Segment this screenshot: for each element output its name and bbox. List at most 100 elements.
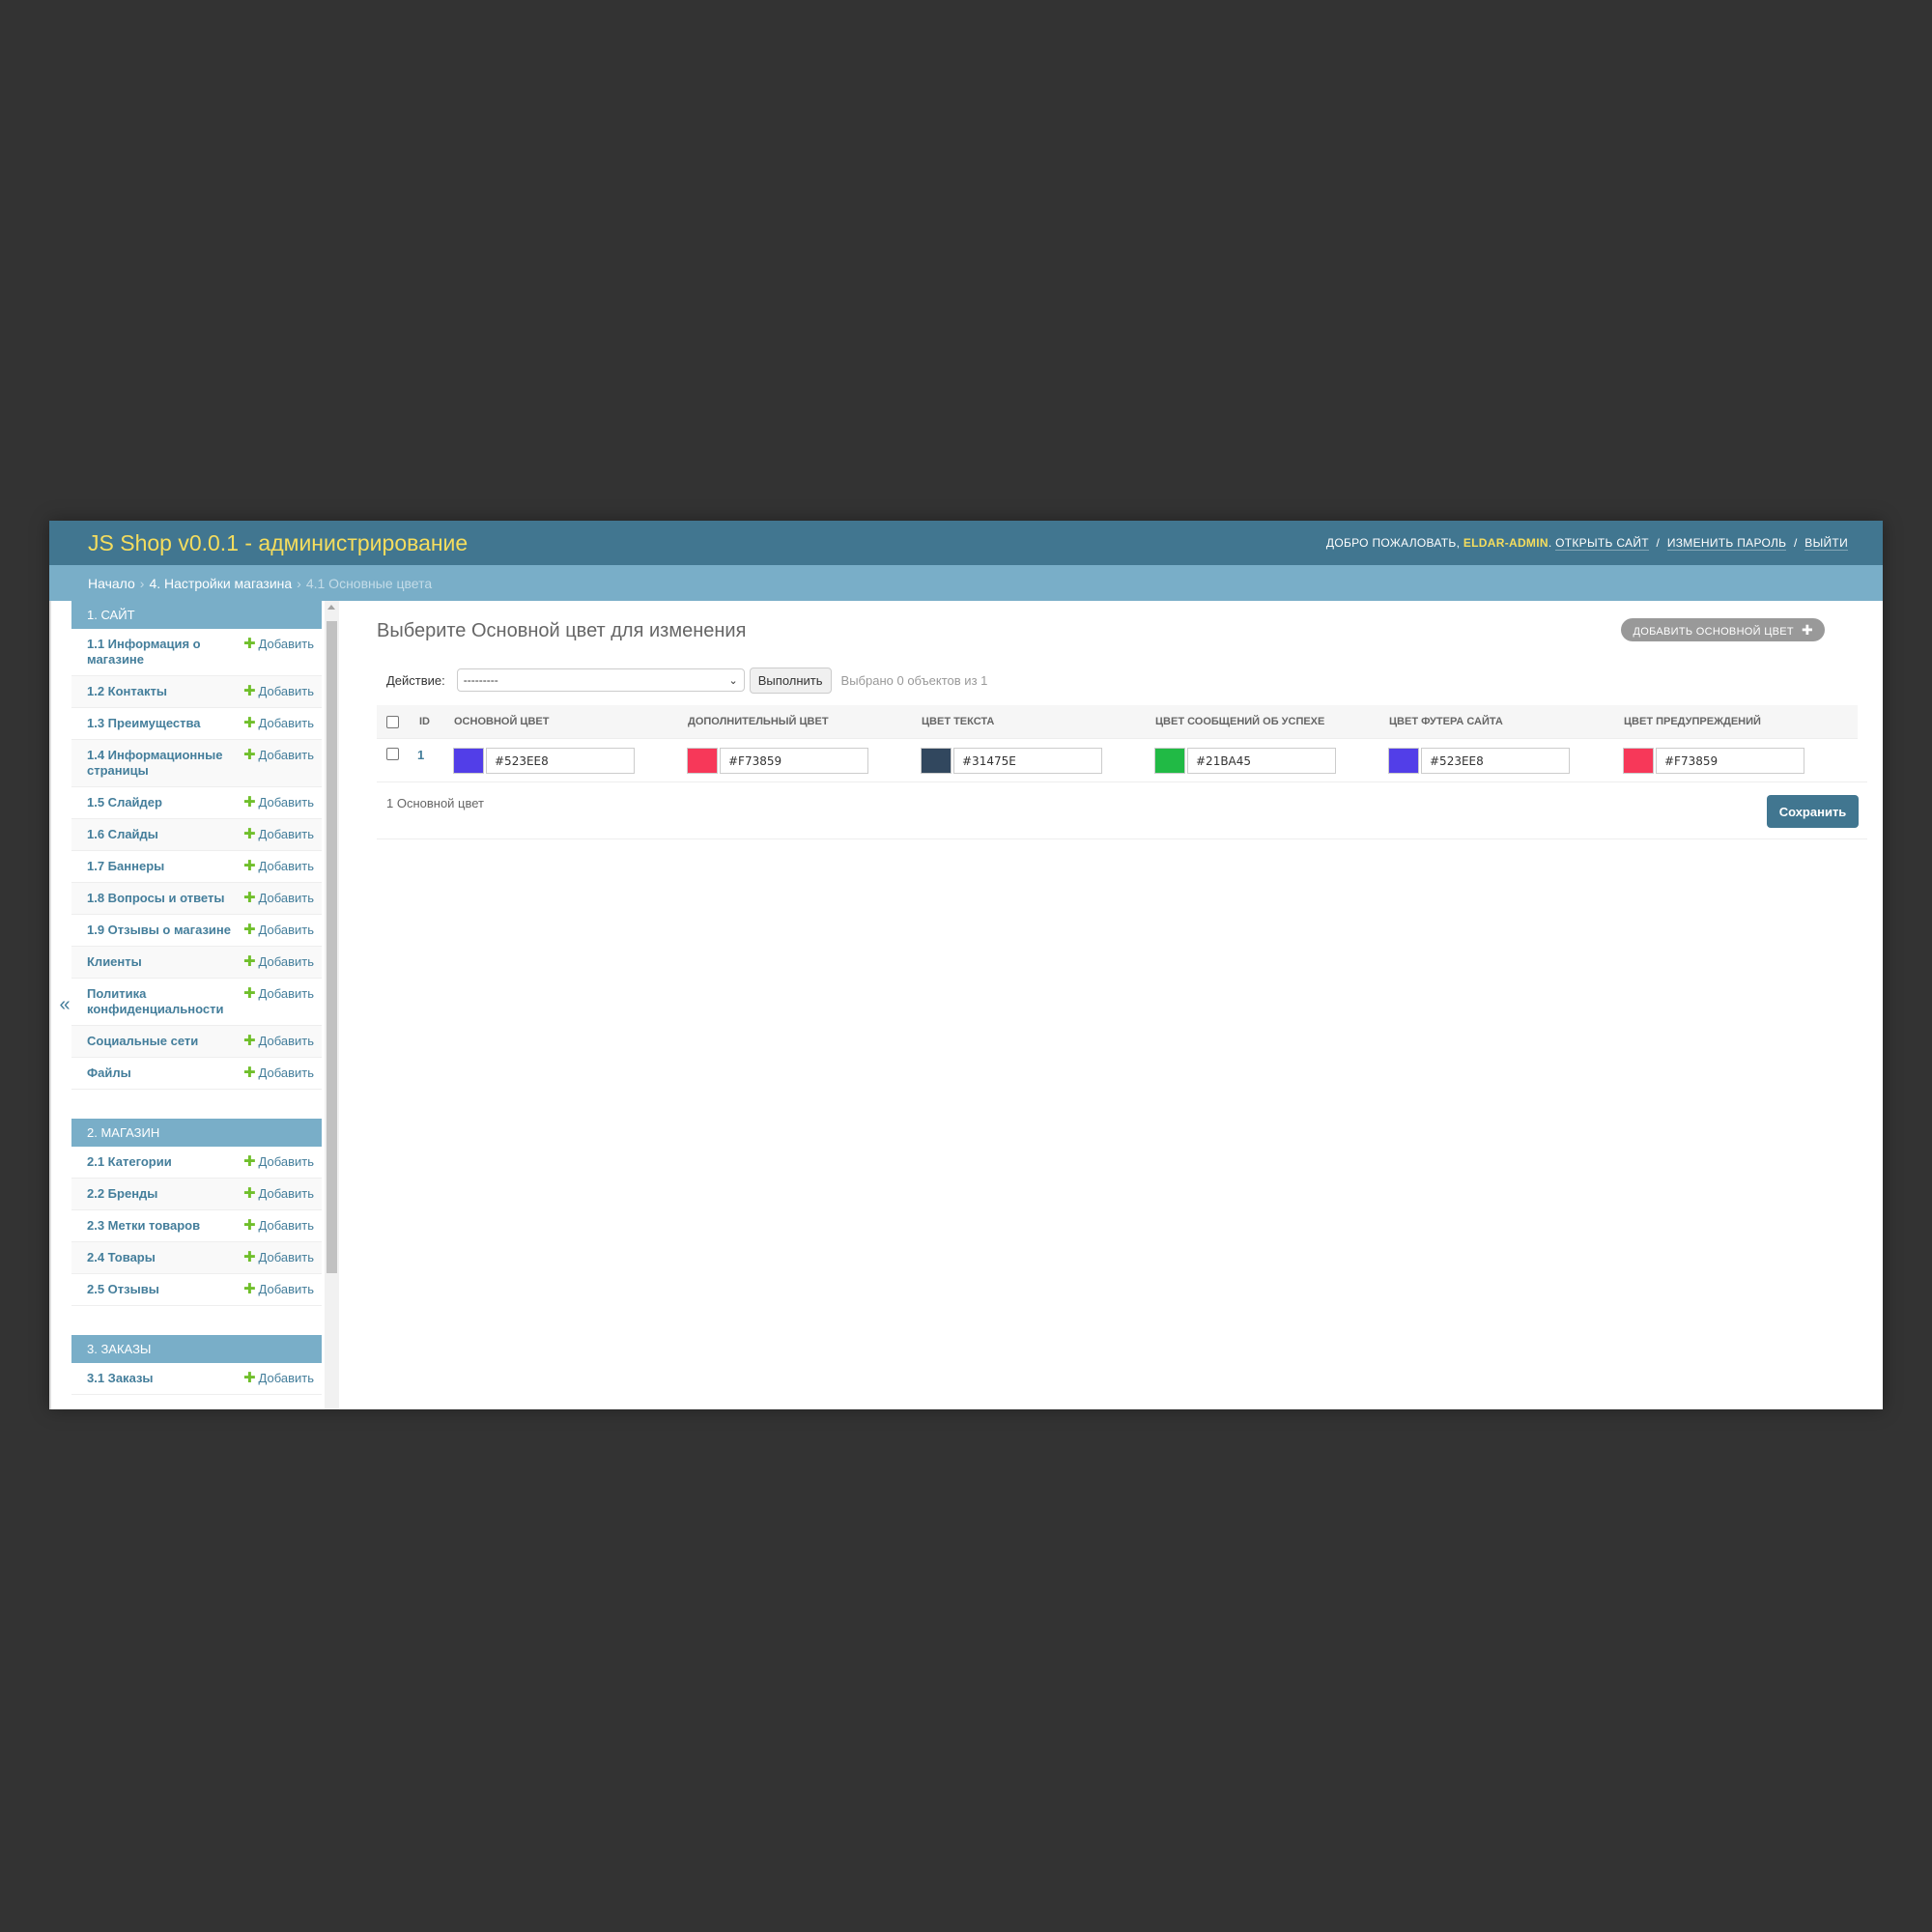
add-link-label: Добавить xyxy=(258,859,314,873)
paginator: 1 Основной цвет Сохранить xyxy=(377,781,1867,839)
plus-icon: ✚ xyxy=(242,826,256,842)
collapse-sidebar-icon[interactable]: « xyxy=(59,994,70,1016)
sidebar-item-label[interactable]: Политика конфиденциальности xyxy=(87,986,232,1017)
table-row: 1 #523EE8 #F73859 #31475E #21BA45 #523EE… xyxy=(377,739,1858,782)
sidebar-toggle-column: « xyxy=(49,601,73,1409)
app-caption[interactable]: 3. Заказы xyxy=(71,1335,322,1363)
add-link[interactable]: ✚ Добавить xyxy=(243,637,314,652)
scroll-up-arrow-icon[interactable] xyxy=(327,605,335,610)
add-link[interactable]: ✚ Добавить xyxy=(243,1186,314,1202)
sidebar-item-label[interactable]: 2.2 Бренды xyxy=(87,1186,232,1202)
content-main: Выберите Основной цвет для изменения Доб… xyxy=(377,601,1867,1409)
sidebar-item-label[interactable]: 2.1 Категории xyxy=(87,1154,232,1170)
column-header-success-color[interactable]: Цвет сообщений об успехе xyxy=(1155,716,1324,727)
sidebar-item-label[interactable]: 3.1 Заказы xyxy=(87,1371,232,1386)
app-caption[interactable]: 1. Сайт xyxy=(71,601,322,629)
color-swatch[interactable] xyxy=(1388,748,1419,774)
sidebar-item-label[interactable]: 2.4 Товары xyxy=(87,1250,232,1265)
add-link[interactable]: ✚ Добавить xyxy=(243,1034,314,1049)
add-object-button[interactable]: Добавить Основной цвет ✚ xyxy=(1621,618,1825,641)
sidebar-item-label[interactable]: 1.4 Информационные страницы xyxy=(87,748,232,779)
color-swatch[interactable] xyxy=(453,748,484,774)
table-header-row: ID Основной цвет Дополнительный цвет Цве… xyxy=(377,705,1858,739)
sidebar-item-label[interactable]: 2.5 Отзывы xyxy=(87,1282,232,1297)
color-swatch[interactable] xyxy=(687,748,718,774)
add-link[interactable]: ✚ Добавить xyxy=(243,1065,314,1081)
breadcrumb-section[interactable]: 4. Настройки магазина xyxy=(149,576,292,591)
add-link-label: Добавить xyxy=(258,748,314,762)
color-hex-input[interactable]: #523EE8 xyxy=(486,748,635,774)
color-hex-input[interactable]: #F73859 xyxy=(1656,748,1804,774)
color-swatch[interactable] xyxy=(921,748,952,774)
add-link[interactable]: ✚ Добавить xyxy=(243,748,314,763)
plus-icon: ✚ xyxy=(242,1281,256,1297)
column-header-id[interactable]: ID xyxy=(419,716,430,727)
logout-link[interactable]: Выйти xyxy=(1804,536,1848,551)
breadcrumb-home[interactable]: Начало xyxy=(88,576,135,591)
add-link-label: Добавить xyxy=(258,1218,314,1233)
run-action-button[interactable]: Выполнить xyxy=(749,667,832,694)
add-link-label: Добавить xyxy=(258,1186,314,1201)
view-site-link[interactable]: Открыть сайт xyxy=(1555,536,1649,551)
save-button[interactable]: Сохранить xyxy=(1767,795,1859,828)
breadcrumb-current: 4.1 Основные цвета xyxy=(305,575,433,591)
sidebar-item-label[interactable]: 1.9 Отзывы о магазине xyxy=(87,923,232,938)
column-header-secondary-color[interactable]: Дополнительный цвет xyxy=(688,716,829,727)
add-link[interactable]: ✚ Добавить xyxy=(243,1218,314,1234)
add-link[interactable]: ✚ Добавить xyxy=(243,1154,314,1170)
sidebar-item-label[interactable]: 1.8 Вопросы и ответы xyxy=(87,891,232,906)
scrollbar-thumb[interactable] xyxy=(327,621,337,1273)
sidebar-item-label[interactable]: 1.6 Слайды xyxy=(87,827,232,842)
color-hex-input[interactable]: #F73859 xyxy=(720,748,868,774)
add-link[interactable]: ✚ Добавить xyxy=(243,1282,314,1297)
row-id-link[interactable]: 1 xyxy=(417,748,424,762)
app-caption[interactable]: 2. Магазин xyxy=(71,1119,322,1147)
chevron-down-icon: ⌄ xyxy=(728,674,738,687)
add-link[interactable]: ✚ Добавить xyxy=(243,1250,314,1265)
change-password-link[interactable]: Изменить пароль xyxy=(1666,536,1787,551)
color-swatch[interactable] xyxy=(1154,748,1185,774)
column-header-footer-color[interactable]: Цвет футера сайта xyxy=(1389,716,1503,727)
plus-icon: ✚ xyxy=(242,1065,256,1081)
add-link[interactable]: ✚ Добавить xyxy=(243,859,314,874)
action-select[interactable]: --------- ⌄ xyxy=(456,668,745,692)
primary-color-field: #523EE8 xyxy=(453,747,635,775)
add-link[interactable]: ✚ Добавить xyxy=(243,827,314,842)
sidebar-item-label[interactable]: 2.3 Метки товаров xyxy=(87,1218,232,1234)
color-hex-input[interactable]: #21BA45 xyxy=(1187,748,1336,774)
sidebar-scrollbar[interactable] xyxy=(325,601,339,1409)
sidebar-item-label[interactable]: 1.1 Информация о магазине xyxy=(87,637,232,668)
sidebar-item-label[interactable]: 1.5 Слайдер xyxy=(87,795,232,810)
add-link[interactable]: ✚ Добавить xyxy=(243,923,314,938)
plus-icon: ✚ xyxy=(242,858,256,874)
app-block: 2. Магазин 2.1 Категории ✚ Добавить 2.2 Брен… xyxy=(71,1119,322,1306)
sidebar-item-label[interactable]: 1.3 Преимущества xyxy=(87,716,232,731)
site-title[interactable]: JS Shop v0.0.1 - администрирование xyxy=(88,530,468,556)
add-link[interactable]: ✚ Добавить xyxy=(243,1371,314,1386)
row-checkbox[interactable] xyxy=(386,748,399,760)
add-link-label: Добавить xyxy=(258,1065,314,1080)
success-color-field: #21BA45 xyxy=(1154,747,1336,775)
add-link-label: Добавить xyxy=(258,1282,314,1296)
plus-icon: ✚ xyxy=(242,922,256,938)
column-header-primary-color[interactable]: Основной цвет xyxy=(454,716,549,727)
add-link-label: Добавить xyxy=(258,954,314,969)
color-swatch[interactable] xyxy=(1623,748,1654,774)
add-link[interactable]: ✚ Добавить xyxy=(243,954,314,970)
sidebar-item-label[interactable]: Социальные сети xyxy=(87,1034,232,1049)
add-link[interactable]: ✚ Добавить xyxy=(243,716,314,731)
sidebar-item-label[interactable]: Клиенты xyxy=(87,954,232,970)
add-link[interactable]: ✚ Добавить xyxy=(243,795,314,810)
column-header-text-color[interactable]: Цвет текста xyxy=(922,716,994,727)
sidebar-item-label[interactable]: 1.7 Баннеры xyxy=(87,859,232,874)
add-link[interactable]: ✚ Добавить xyxy=(243,891,314,906)
breadcrumb-separator: › xyxy=(297,575,301,591)
add-link[interactable]: ✚ Добавить xyxy=(243,684,314,699)
select-all-checkbox[interactable] xyxy=(386,716,399,728)
column-header-warning-color[interactable]: Цвет предупреждений xyxy=(1624,716,1761,727)
sidebar-item-label[interactable]: 1.2 Контакты xyxy=(87,684,232,699)
sidebar-item-label[interactable]: Файлы xyxy=(87,1065,232,1081)
add-link[interactable]: ✚ Добавить xyxy=(243,986,314,1002)
color-hex-input[interactable]: #523EE8 xyxy=(1421,748,1570,774)
color-hex-input[interactable]: #31475E xyxy=(953,748,1102,774)
